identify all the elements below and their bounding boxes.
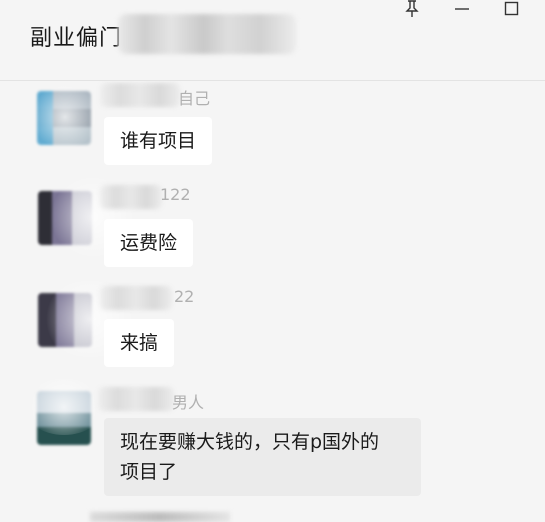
message-list[interactable]: 自己 谁有项目 122 运费险 22 来搞 男人 现在要赚大钱的，只有p国外的 … <box>0 81 545 519</box>
message-bubble[interactable]: 运费险 <box>104 219 194 267</box>
pin-icon <box>405 0 419 17</box>
message-bubble[interactable]: 谁有项目 <box>104 117 213 165</box>
next-message-partial <box>90 512 230 522</box>
maximize-button[interactable] <box>501 0 523 18</box>
pin-button[interactable] <box>401 0 423 18</box>
maximize-icon <box>504 1 519 16</box>
blurred-sender-name <box>100 83 180 107</box>
minimize-icon <box>455 8 469 10</box>
sender-name: 122 <box>160 185 191 204</box>
message-bubble[interactable]: 来搞 <box>104 319 175 367</box>
avatar-blur-overlay <box>24 379 104 435</box>
blurred-sender-name <box>100 185 162 209</box>
blurred-sender-name <box>100 286 172 310</box>
chat-header: 副业偏门 <box>0 0 545 81</box>
message-bubble[interactable]: 现在要赚大钱的，只有p国外的 项目了 <box>104 418 421 496</box>
sender-name: 22 <box>174 287 195 306</box>
sender-name: 男人 <box>172 393 205 412</box>
blurred-sender-name <box>98 387 174 411</box>
blurred-title-suffix <box>118 14 296 54</box>
chat-title: 副业偏门 <box>30 26 123 51</box>
avatar-blur-overlay <box>30 86 100 148</box>
minimize-button[interactable] <box>451 0 473 18</box>
sender-name: 自己 <box>178 89 211 108</box>
